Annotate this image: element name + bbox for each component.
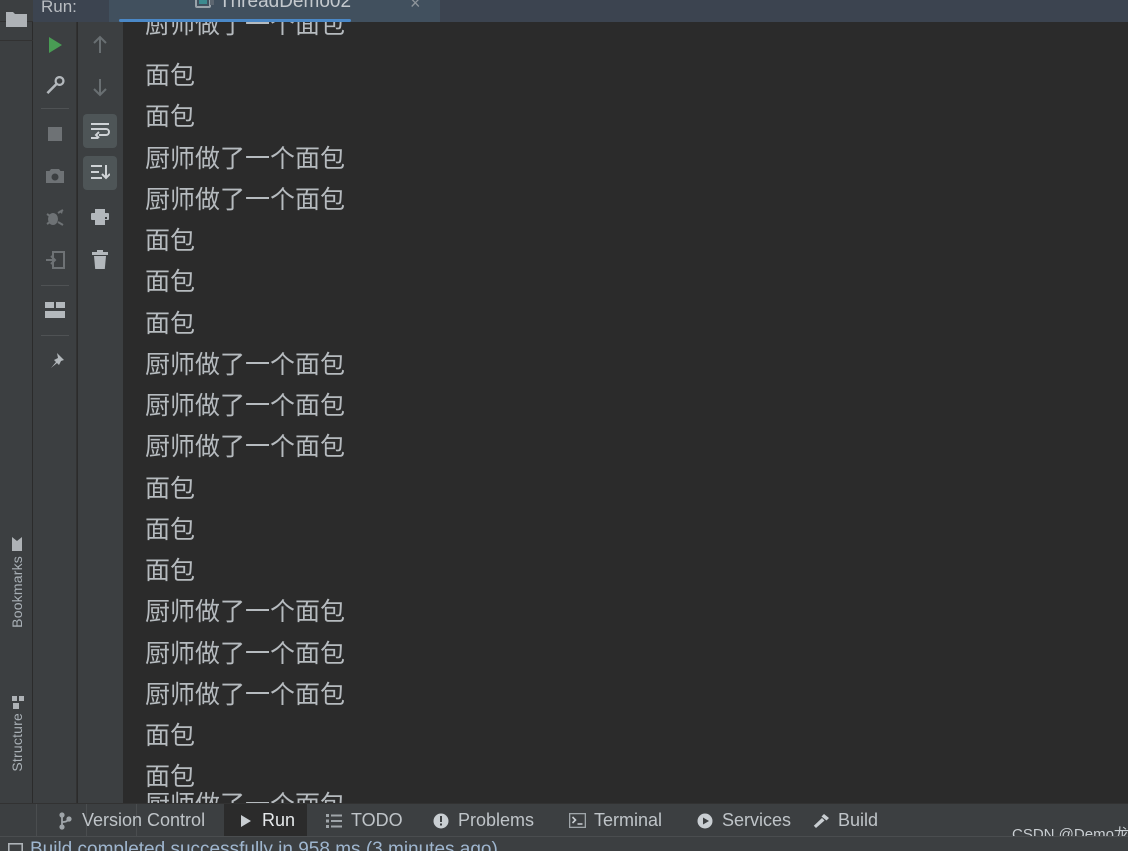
stop-button[interactable] (38, 117, 72, 151)
folder-icon[interactable] (6, 10, 27, 27)
attach-button[interactable] (38, 243, 72, 277)
ide-run-window: Bookmarks Structure Run: ThreadDemo02 × … (0, 0, 1128, 851)
tab-todo[interactable]: TODO (313, 804, 415, 837)
close-icon[interactable]: × (410, 0, 421, 14)
tab-label: Version Control (82, 810, 206, 830)
console-line: 面包 (145, 515, 196, 544)
strip-divider (0, 40, 33, 41)
edit-config-button[interactable] (38, 68, 72, 102)
console-line: 厨师做了一个面包 (145, 639, 346, 668)
console-line: 厨师做了一个面包 (145, 185, 346, 214)
console-line: 面包 (145, 61, 196, 90)
toolbar-divider (41, 285, 69, 286)
console-line: 厨师做了一个面包 (145, 144, 346, 173)
tab-problems[interactable]: Problems (420, 804, 546, 837)
console-line: 厨师做了一个面包 (145, 597, 346, 626)
console-line: 面包 (145, 267, 196, 296)
console-line: 厨师做了一个面包 (145, 391, 346, 420)
tab-version-control[interactable]: Version Control (44, 804, 217, 837)
console-line: 面包 (145, 474, 196, 503)
camera-icon[interactable] (38, 159, 72, 193)
tab-services[interactable]: Services (684, 804, 803, 837)
warning-icon (432, 812, 450, 830)
console-line: 厨师做了一个面包 (145, 350, 346, 379)
run-config-tab-label: ThreadDemo02 (219, 0, 352, 12)
tab-label: Build (838, 810, 879, 830)
sidebar-item-bookmarks[interactable]: Bookmarks (0, 512, 33, 652)
console-line: 面包 (145, 721, 196, 750)
hammer-icon (812, 812, 830, 830)
printer-icon[interactable] (83, 200, 117, 234)
arrow-down-icon[interactable] (83, 70, 117, 104)
debug-button[interactable] (38, 201, 72, 235)
sidebar-item-label: Structure (8, 712, 25, 772)
bookmark-icon (9, 536, 25, 552)
layout-button[interactable] (38, 293, 72, 327)
console-line: 厨师做了一个面包 (145, 790, 345, 803)
tool-window-tab-bar: Version Control Run TODO Problems Termin… (0, 803, 1128, 837)
run-toolbar-primary (33, 22, 77, 803)
sidebar-item-label: Bookmarks (8, 556, 25, 628)
branch-icon (56, 811, 74, 830)
console-line: 面包 (145, 556, 196, 585)
console-line: 厨师做了一个面包 (145, 680, 346, 709)
tab-label: Terminal (594, 810, 663, 830)
play-icon (236, 812, 254, 830)
tabbar-divider (36, 804, 37, 837)
tab-label: TODO (351, 810, 403, 830)
tab-label: Run (262, 810, 296, 830)
toolbar-divider (41, 108, 69, 109)
console-line: 面包 (145, 102, 196, 131)
console-line: 厨师做了一个面包 (145, 22, 346, 39)
run-window-title: Run: (41, 0, 77, 16)
console-line: 面包 (145, 226, 196, 255)
arrow-up-icon[interactable] (83, 28, 117, 62)
tab-label: Services (722, 810, 792, 830)
status-message: Build completed successfully in 958 ms (… (30, 839, 498, 851)
pin-button[interactable] (38, 345, 72, 379)
run-config-icon (195, 0, 215, 11)
terminal-icon (568, 812, 586, 830)
scroll-to-end-button[interactable] (83, 156, 117, 190)
structure-icon (9, 695, 25, 709)
run-toolbar-secondary (78, 22, 123, 803)
sidebar-item-structure[interactable]: Structure (0, 668, 33, 798)
tab-build[interactable]: Build (800, 804, 890, 837)
build-icon (8, 843, 23, 851)
console-line: 面包 (145, 762, 196, 791)
tab-label: Problems (458, 810, 535, 830)
console-line: 面包 (145, 309, 196, 338)
tab-terminal[interactable]: Terminal (556, 804, 674, 837)
run-window-header: Run: ThreadDemo02 × (33, 0, 1128, 22)
left-tool-strip: Bookmarks Structure (0, 0, 33, 803)
tab-run[interactable]: Run (224, 804, 308, 837)
soft-wrap-button[interactable] (83, 114, 117, 148)
status-bar: Build completed successfully in 958 ms (… (0, 836, 1128, 851)
services-icon (696, 812, 714, 830)
console-output[interactable]: 厨师做了一个面包 面包 面包 厨师做了一个面包 厨师做了一个面包 面包 面包 面… (123, 22, 1128, 803)
console-line: 厨师做了一个面包 (145, 432, 346, 461)
toolbar-divider (41, 335, 69, 336)
list-icon (325, 812, 343, 830)
trash-icon[interactable] (83, 242, 117, 276)
rerun-button[interactable] (38, 28, 72, 62)
